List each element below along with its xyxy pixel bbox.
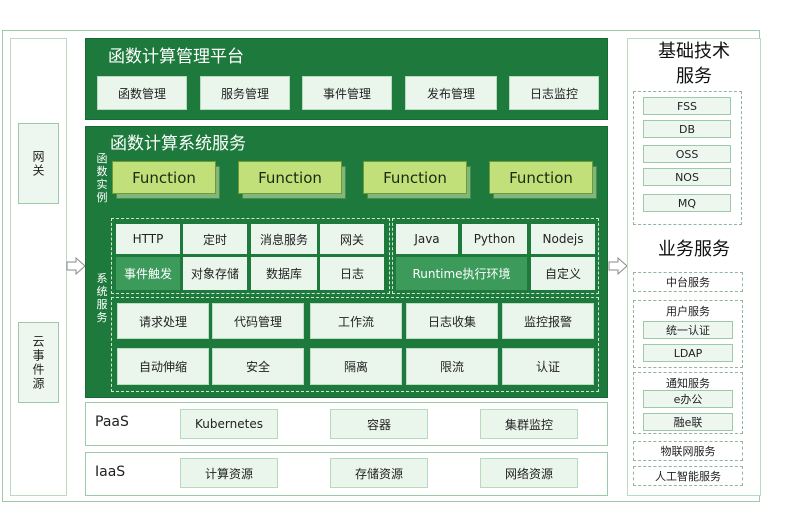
service-log-collection[interactable]: 日志收集 [406, 303, 498, 339]
service-rate-limiting[interactable]: 限流 [406, 348, 498, 385]
function-system-service-title: 函数计算系统服务 [110, 134, 246, 154]
runtime-custom[interactable]: 自定义 [531, 257, 595, 290]
release-management-button[interactable]: 发布管理 [405, 76, 497, 110]
basic-service-mq[interactable]: MQ [643, 194, 731, 212]
cloud-event-source-box: 云事件源 [18, 322, 59, 403]
basic-service-oss[interactable]: OSS [643, 145, 731, 163]
business-zhongtai-service[interactable]: 中台服务 [633, 272, 743, 292]
service-code-management[interactable]: 代码管理 [212, 303, 304, 339]
event-trigger-label: 事件触发 [116, 257, 180, 290]
function-instances-label: 函数实例 [96, 152, 108, 204]
business-ai-service[interactable]: 人工智能服务 [633, 466, 743, 486]
function-instance[interactable]: Function [489, 161, 593, 194]
iaas-storage-resources[interactable]: 存储资源 [330, 458, 428, 488]
service-isolation[interactable]: 隔离 [310, 348, 402, 385]
notify-service-ronglian[interactable]: 融e联 [643, 413, 733, 431]
service-auto-scaling[interactable]: 自动伸缩 [117, 348, 209, 385]
paas-cluster-monitoring[interactable]: 集群监控 [480, 409, 578, 439]
trigger-timer[interactable]: 定时 [183, 224, 247, 254]
service-workflow[interactable]: 工作流 [310, 303, 402, 339]
basic-service-fss[interactable]: FSS [643, 97, 731, 115]
service-security[interactable]: 安全 [212, 348, 304, 385]
trigger-log[interactable]: 日志 [320, 257, 384, 290]
service-authentication[interactable]: 认证 [502, 348, 594, 385]
basic-service-nos[interactable]: NOS [643, 168, 731, 186]
service-management-button[interactable]: 服务管理 [200, 76, 290, 110]
business-services-title: 业务服务 [658, 239, 730, 260]
trigger-gateway[interactable]: 网关 [320, 224, 384, 254]
trigger-database[interactable]: 数据库 [251, 257, 317, 290]
function-instance[interactable]: Function [112, 161, 216, 194]
basic-services-title-line1: 基础技术 [658, 41, 730, 62]
gateway-box: 网关 [18, 123, 59, 204]
function-instance[interactable]: Function [238, 161, 342, 194]
system-services-label: 系统服务 [96, 272, 108, 324]
paas-kubernetes[interactable]: Kubernetes [180, 409, 278, 439]
runtime-nodejs[interactable]: Nodejs [531, 224, 595, 254]
notify-service-eoffice[interactable]: e办公 [643, 390, 733, 408]
user-service-label: 用户服务 [666, 305, 710, 318]
trigger-object-storage[interactable]: 对象存储 [183, 257, 247, 290]
trigger-http[interactable]: HTTP [116, 224, 180, 254]
iaas-compute-resources[interactable]: 计算资源 [180, 458, 278, 488]
notify-service-label: 通知服务 [666, 377, 710, 390]
trigger-message-service[interactable]: 消息服务 [251, 224, 317, 254]
basic-service-db[interactable]: DB [643, 120, 731, 138]
service-request-handling[interactable]: 请求处理 [117, 303, 209, 339]
paas-title: PaaS [95, 414, 129, 430]
entry-column [10, 38, 67, 496]
function-management-button[interactable]: 函数管理 [97, 76, 187, 110]
user-service-sso[interactable]: 统一认证 [643, 321, 733, 339]
right-arrow-icon [608, 257, 628, 275]
service-monitoring-alert[interactable]: 监控报警 [502, 303, 594, 339]
paas-container[interactable]: 容器 [330, 409, 428, 439]
iaas-title: IaaS [95, 464, 126, 480]
management-platform-title: 函数计算管理平台 [108, 47, 244, 67]
runtime-environment-label: Runtime执行环境 [396, 257, 527, 290]
left-arrow-icon [66, 257, 86, 275]
iaas-network-resources[interactable]: 网络资源 [480, 458, 578, 488]
basic-services-title-line2: 服务 [676, 66, 712, 87]
runtime-python[interactable]: Python [462, 224, 527, 254]
business-iot-service[interactable]: 物联网服务 [633, 441, 743, 461]
function-instance[interactable]: Function [363, 161, 467, 194]
event-management-button[interactable]: 事件管理 [302, 76, 392, 110]
user-service-ldap[interactable]: LDAP [643, 344, 733, 362]
log-monitoring-button[interactable]: 日志监控 [509, 76, 599, 110]
runtime-java[interactable]: Java [396, 224, 458, 254]
